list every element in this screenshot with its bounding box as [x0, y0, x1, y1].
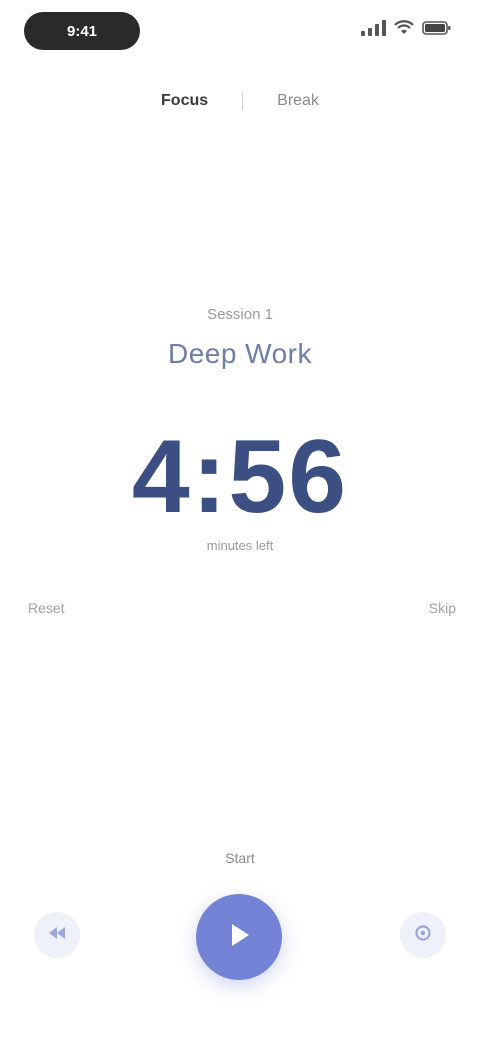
battery-icon [422, 20, 452, 36]
settings-icon [413, 923, 433, 948]
signal-icon [361, 20, 386, 36]
tab-divider [242, 92, 244, 110]
wifi-icon [394, 20, 414, 36]
skip-link[interactable]: Skip [429, 600, 456, 616]
timer-unit: minutes left [206, 538, 274, 553]
timer-value: 4:56 [131, 419, 349, 535]
status-time: 9:41 [66, 22, 98, 40]
timer-title: Deep Work [167, 338, 313, 369]
reset-link[interactable]: Reset [28, 600, 65, 616]
status-time-pill: 9:41 [24, 12, 140, 50]
rewind-icon [47, 925, 67, 946]
rewind-button[interactable] [34, 912, 80, 958]
tab-break[interactable]: Break [277, 92, 319, 110]
control-caption: Start [225, 850, 255, 866]
settings-button[interactable] [400, 912, 446, 958]
status-icons [361, 20, 452, 36]
play-button[interactable] [196, 894, 282, 980]
timer-screen: 9:41 Focus Break Session 1 Deep Work 4:5… [0, 0, 480, 1040]
timer-caption: Session 1 [207, 306, 273, 323]
mode-tabs: Focus Break [0, 92, 480, 110]
play-icon [226, 921, 252, 954]
tab-focus[interactable]: Focus [161, 92, 208, 110]
